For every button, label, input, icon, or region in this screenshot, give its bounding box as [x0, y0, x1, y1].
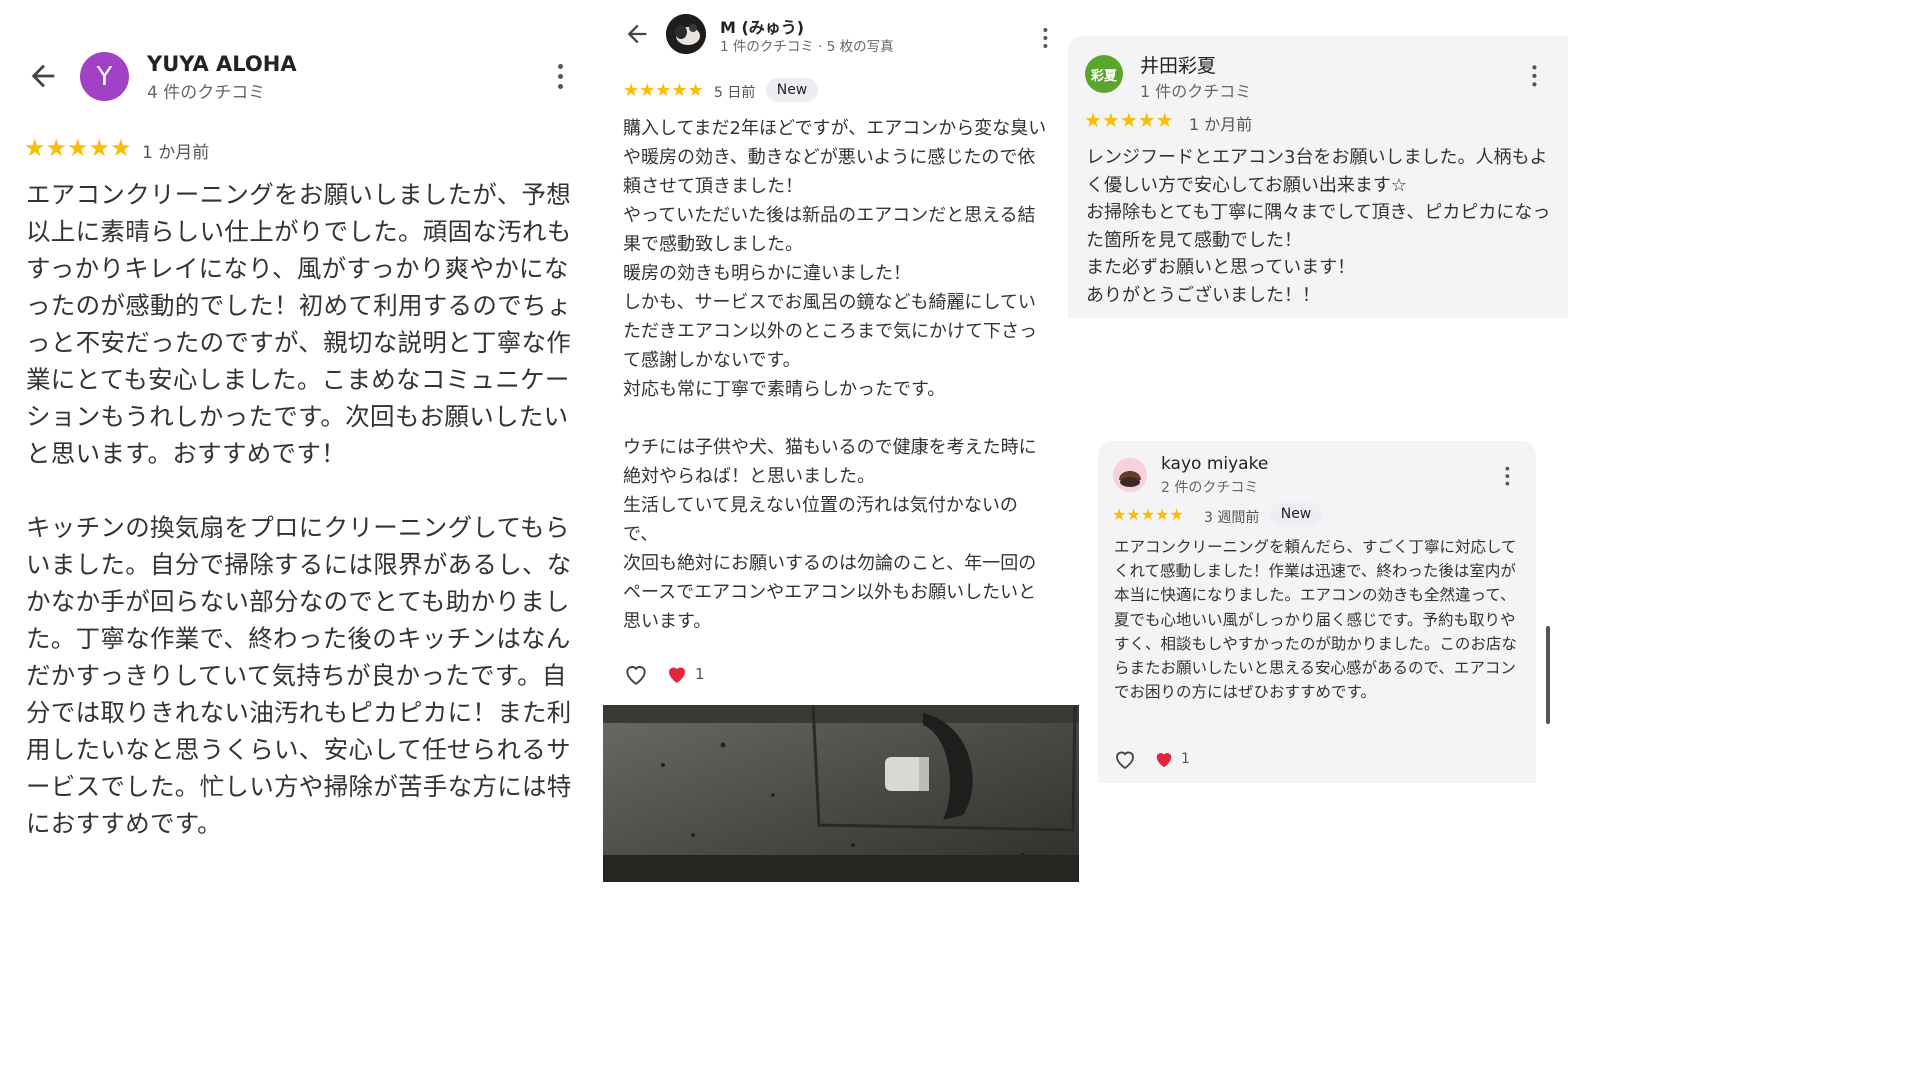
- new-badge: New: [766, 78, 818, 102]
- review-text: 購入してまだ2年ほどですが、エアコンから変な臭いや暖房の効き、動きなどが悪いよう…: [623, 118, 1047, 632]
- review-text: エアコンクリーニングをお願いしましたが、予想以上に素晴らしい仕上がりでした。頑固…: [26, 180, 572, 838]
- star-rating: ★★★★★: [1084, 108, 1174, 132]
- like-count: 1: [695, 665, 705, 683]
- avatar[interactable]: Y: [80, 52, 129, 101]
- more-options-icon[interactable]: [1530, 65, 1539, 91]
- scrollbar[interactable]: [1546, 626, 1550, 724]
- review-text: レンジフードとエアコン3台をお願いしました。人柄もよく優しい方で安心してお願い出…: [1086, 147, 1551, 306]
- reviewer-name[interactable]: 井田彩夏: [1140, 51, 1216, 78]
- more-options-icon[interactable]: [1041, 28, 1049, 52]
- review-time: 5 日前: [714, 85, 756, 101]
- avatar[interactable]: 彩夏: [1085, 55, 1123, 93]
- review-count: 2 件のクチコミ: [1161, 480, 1259, 496]
- like-heart-outline-icon[interactable]: [623, 662, 649, 686]
- back-arrow-icon[interactable]: [623, 20, 651, 48]
- review-count: 1 件のクチコミ · 5 枚の写真: [720, 39, 894, 55]
- review-time: 1 か月前: [142, 143, 210, 163]
- review-time: 1 か月前: [1189, 115, 1253, 134]
- avatar-illustration-icon: [1113, 458, 1147, 492]
- heart-reaction-icon: [669, 667, 685, 683]
- review-photo[interactable]: [603, 705, 1079, 882]
- reactions-bar: 1: [1113, 748, 1190, 770]
- review-panel-kayo: kayo miyake 2 件のクチコミ ★★★★★ 3 週間前 New エアコ…: [1098, 441, 1536, 783]
- reviewer-name[interactable]: kayo miyake: [1161, 454, 1268, 474]
- review-count: 1 件のクチコミ: [1140, 82, 1252, 101]
- like-count: 1: [1181, 751, 1190, 767]
- star-rating: ★★★★★: [1112, 505, 1184, 524]
- review-time: 3 週間前: [1204, 510, 1260, 526]
- review-photo-image: [603, 705, 1079, 882]
- star-rating: ★★★★★: [623, 80, 704, 101]
- avatar-text: 彩夏: [1090, 68, 1117, 84]
- more-options-icon[interactable]: [1503, 466, 1511, 490]
- avatar-letter: Y: [96, 61, 113, 92]
- review-text: エアコンクリーニングを頼んだら、すごく丁寧に対応してくれて感動しました！作業は迅…: [1114, 538, 1517, 702]
- heart-reaction-icon: [1156, 753, 1172, 768]
- avatar[interactable]: [666, 14, 706, 54]
- avatar-photo-icon: [666, 14, 706, 54]
- avatar[interactable]: [1113, 458, 1147, 492]
- review-panel-yuya: Y YUYA ALOHA 4 件のクチコミ ★★★★★ 1 か月前 エアコンクリ…: [0, 0, 600, 882]
- review-panel-ida: 彩夏 井田彩夏 1 件のクチコミ ★★★★★ 1 か月前 レンジフードとエアコン…: [1068, 36, 1568, 318]
- new-badge: New: [1270, 503, 1322, 525]
- like-heart-outline-icon[interactable]: [1113, 748, 1137, 770]
- reactions-bar: 1: [623, 662, 705, 686]
- star-rating: ★★★★★: [24, 134, 132, 162]
- reviewer-name[interactable]: YUYA ALOHA: [147, 52, 297, 76]
- review-count: 4 件のクチコミ: [147, 83, 266, 103]
- more-options-icon[interactable]: [555, 64, 565, 94]
- back-arrow-icon[interactable]: [26, 59, 60, 93]
